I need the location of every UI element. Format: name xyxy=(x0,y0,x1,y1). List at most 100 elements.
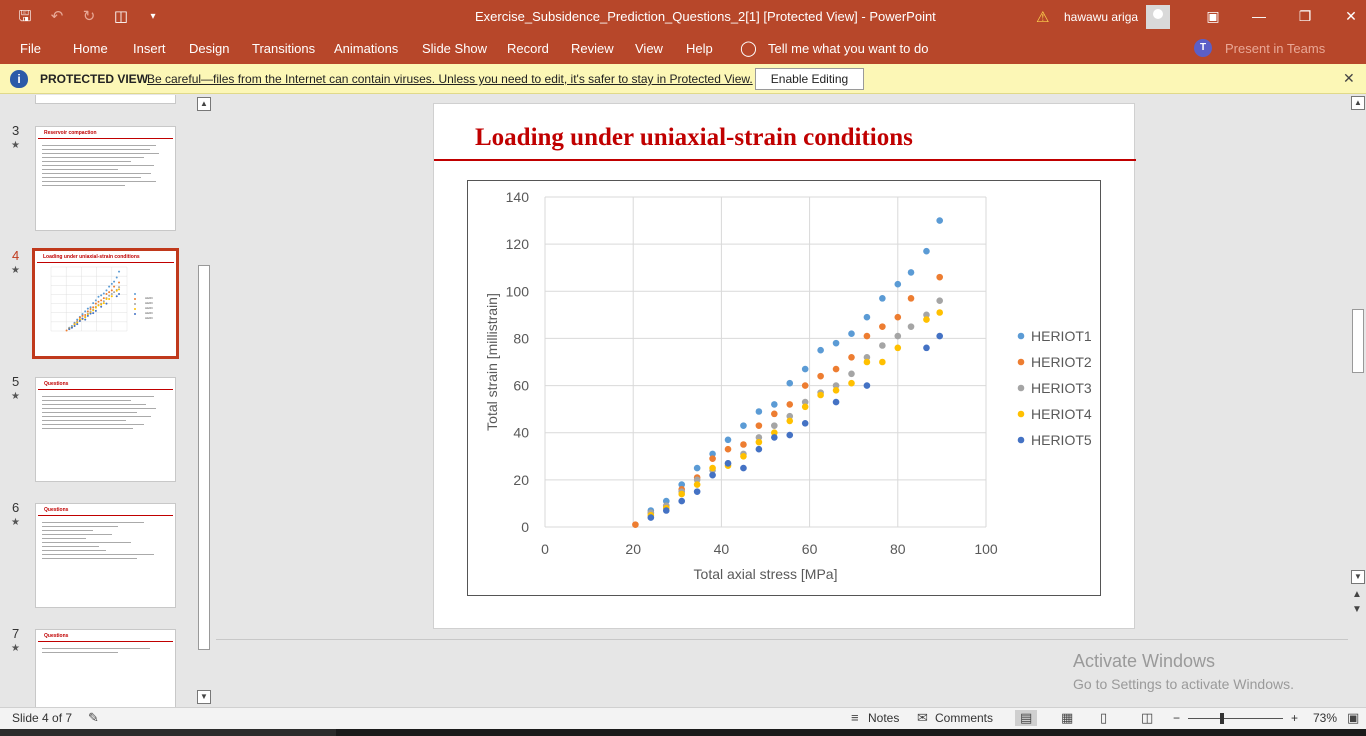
tab-home[interactable]: Home xyxy=(73,41,108,56)
notes-button[interactable]: Notes xyxy=(868,711,899,725)
data-point-heriot3 xyxy=(936,297,943,305)
tab-record[interactable]: Record xyxy=(507,41,549,56)
slide-scrollbar[interactable]: ▲ ▼ ▲ ▼ xyxy=(1350,95,1366,707)
warning-icon[interactable]: ⚠ xyxy=(1036,8,1049,26)
data-point-heriot1 xyxy=(92,302,95,305)
slide-thumbnail-7[interactable]: Questions xyxy=(35,629,176,707)
normal-view-icon[interactable]: ▤ xyxy=(1015,710,1038,726)
ribbon-display-icon[interactable]: ▣ xyxy=(1190,0,1236,32)
tab-file[interactable]: File xyxy=(20,41,41,56)
slide-show-icon[interactable]: ◫ xyxy=(1141,710,1153,726)
reading-view-icon[interactable]: ▯ xyxy=(1100,710,1107,726)
undo-icon[interactable]: ↶ xyxy=(46,6,68,28)
data-point-heriot5 xyxy=(76,323,79,326)
slide-thumbnail-4[interactable]: Loading under uniaxial-strain conditions… xyxy=(32,248,179,359)
data-point-heriot2 xyxy=(801,382,809,389)
slide-sorter-icon[interactable]: ▦ xyxy=(1061,710,1073,726)
legend-marker xyxy=(1017,410,1025,418)
taskbar-search[interactable] xyxy=(0,729,336,736)
data-point-heriot2 xyxy=(84,314,87,316)
y-tick-label: 60 xyxy=(513,378,529,394)
data-point-heriot2 xyxy=(89,308,92,311)
slide-thumbnail-2[interactable] xyxy=(35,95,176,104)
chart-area[interactable]: 0 20 40 60 80 100 0 20 40 60 80 100 120 140 Total axia… xyxy=(467,180,1101,596)
scrollbar-thumb[interactable] xyxy=(198,265,210,650)
minimize-icon[interactable]: — xyxy=(1236,0,1282,32)
tab-design[interactable]: Design xyxy=(189,41,229,56)
data-point-heriot5 xyxy=(662,507,670,514)
data-point-heriot3 xyxy=(907,323,915,330)
thumbnail-scrollbar[interactable]: ▲ ▼ xyxy=(197,97,211,704)
slide-thumbnail-6[interactable]: Questions xyxy=(35,503,176,608)
scroll-up-icon[interactable]: ▲ xyxy=(197,97,211,111)
thumbnail-number: 4 xyxy=(12,248,20,263)
zoom-slider-handle[interactable] xyxy=(1220,713,1224,724)
scroll-down-icon[interactable]: ▼ xyxy=(1351,570,1365,584)
data-point-heriot4 xyxy=(923,316,930,323)
scroll-up-icon[interactable]: ▲ xyxy=(1351,96,1365,110)
accessibility-icon[interactable]: ✎ xyxy=(88,710,99,726)
data-point-heriot5 xyxy=(118,292,121,295)
close-icon[interactable]: ✕ xyxy=(1343,70,1355,87)
data-point-heriot1 xyxy=(832,339,840,347)
data-point-heriot2 xyxy=(724,445,732,453)
data-point-heriot5 xyxy=(724,460,732,467)
customize-icon[interactable]: ▾ xyxy=(142,6,164,28)
legend-marker xyxy=(134,308,136,310)
data-point-heriot5 xyxy=(78,319,81,322)
present-in-teams-button[interactable]: Present in Teams xyxy=(1225,41,1325,56)
scrollbar-thumb[interactable] xyxy=(1352,309,1364,373)
data-point-heriot5 xyxy=(740,464,747,472)
comments-button[interactable]: Comments xyxy=(935,711,993,725)
tab-animations[interactable]: Animations xyxy=(334,41,398,56)
thumbnail-number: 7 xyxy=(12,626,20,641)
data-point-heriot4 xyxy=(92,309,95,312)
legend-label: HERIOT1 xyxy=(145,296,153,300)
zoom-level[interactable]: 73% xyxy=(1313,711,1337,725)
redo-icon[interactable]: ↻ xyxy=(78,6,100,28)
zoom-out-icon[interactable]: − xyxy=(1173,711,1180,725)
tab-help[interactable]: Help xyxy=(686,41,713,56)
slide-title[interactable]: Loading under uniaxial-strain conditions xyxy=(475,124,913,152)
previous-slide-icon[interactable]: ▲ xyxy=(1352,589,1362,600)
next-slide-icon[interactable]: ▼ xyxy=(1352,604,1362,615)
enable-editing-button[interactable]: Enable Editing xyxy=(755,68,864,90)
close-icon[interactable]: ✕ xyxy=(1328,0,1366,32)
data-point-heriot2 xyxy=(94,302,97,305)
thumbnail-rule xyxy=(38,641,173,642)
fit-to-window-icon[interactable]: ▣ xyxy=(1347,710,1359,726)
data-point-heriot4 xyxy=(936,309,943,316)
zoom-in-icon[interactable]: + xyxy=(1291,711,1298,725)
data-point-heriot1 xyxy=(894,280,902,288)
slide-thumbnail-5[interactable]: Questions xyxy=(35,377,176,482)
data-point-heriot1 xyxy=(108,285,111,288)
tell-me-search[interactable]: Tell me what you want to do xyxy=(768,41,928,56)
document-title: Exercise_Subsidence_Prediction_Questions… xyxy=(475,9,936,24)
data-point-heriot4 xyxy=(100,303,103,306)
tab-transitions[interactable]: Transitions xyxy=(252,41,315,56)
tab-slide-show[interactable]: Slide Show xyxy=(422,41,487,56)
data-point-heriot4 xyxy=(894,344,902,352)
thumbnail-number: 5 xyxy=(12,374,20,389)
notes-icon[interactable]: ≡ xyxy=(851,710,859,725)
save-icon[interactable]: 🖫 xyxy=(14,6,36,28)
protected-view-message[interactable]: Be careful—files from the Internet can c… xyxy=(147,72,753,86)
scroll-down-icon[interactable]: ▼ xyxy=(197,690,211,704)
present-from-start-icon[interactable]: ◫ xyxy=(110,6,132,28)
data-point-heriot5 xyxy=(678,497,686,505)
zoom-slider[interactable] xyxy=(1188,718,1283,719)
legend-label: HERIOT1 xyxy=(1031,328,1092,344)
current-slide[interactable]: Loading under uniaxial-strain conditions… xyxy=(433,103,1136,629)
tab-review[interactable]: Review xyxy=(571,41,614,56)
tab-view[interactable]: View xyxy=(635,41,663,56)
user-name[interactable]: hawawu ariga xyxy=(1064,10,1138,24)
data-point-heriot2 xyxy=(78,316,81,319)
restore-icon[interactable]: ❐ xyxy=(1282,0,1328,32)
lightbulb-icon: ◯ xyxy=(740,40,757,57)
data-point-heriot5 xyxy=(755,445,763,453)
avatar[interactable] xyxy=(1146,5,1170,29)
data-point-heriot5 xyxy=(73,324,76,327)
tab-insert[interactable]: Insert xyxy=(133,41,166,56)
comments-icon[interactable]: ✉ xyxy=(917,710,928,726)
slide-thumbnail-3[interactable]: Reservoir compaction xyxy=(35,126,176,231)
